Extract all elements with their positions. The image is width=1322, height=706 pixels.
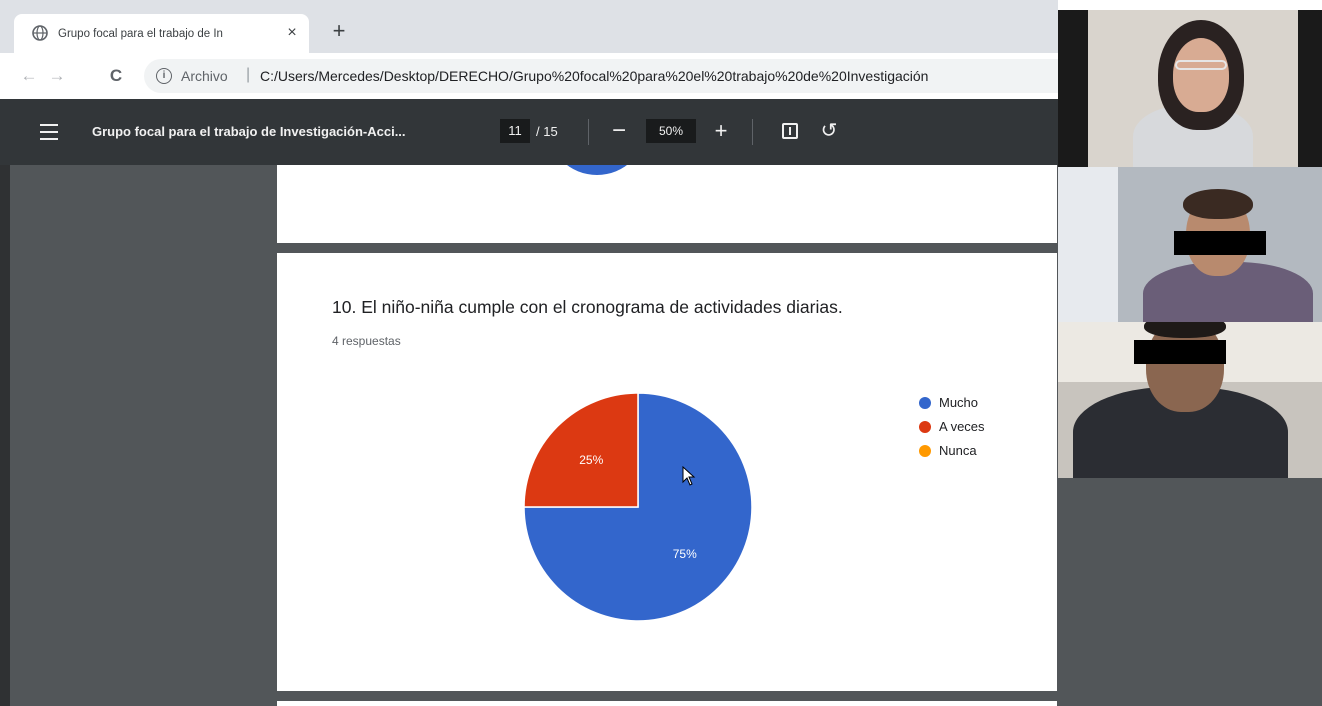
participant-video-2[interactable] — [1058, 167, 1322, 322]
pdf-page-next — [277, 701, 1057, 706]
toolbar-divider — [752, 119, 753, 145]
legend-item: Nunca — [917, 441, 1037, 465]
info-icon[interactable]: i — [156, 68, 172, 84]
zoom-out-button[interactable]: − — [608, 117, 630, 145]
redaction-bar — [1134, 340, 1226, 364]
menu-icon[interactable] — [40, 124, 58, 140]
participant-hair — [1183, 189, 1253, 219]
question-title: 10. El niño-niña cumple con el cronogram… — [332, 297, 843, 317]
zoom-level-input[interactable]: 50% — [646, 119, 696, 143]
tab-title: Grupo focal para el trabajo de In — [58, 28, 223, 40]
legend-label: Nunca — [939, 443, 977, 458]
legend-swatch — [919, 421, 931, 433]
fit-page-icon[interactable] — [782, 123, 798, 139]
browser-window: Grupo focal para el trabajo de In × + ← … — [0, 0, 1058, 706]
cursor-icon — [682, 466, 696, 486]
pdf-viewer[interactable]: 10. El niño-niña cumple con el cronogram… — [0, 165, 1058, 706]
pie-slice-label: 75% — [673, 547, 697, 561]
tab-bar: Grupo focal para el trabajo de In × + — [0, 0, 1058, 53]
glasses — [1175, 60, 1227, 70]
legend-label: Mucho — [939, 395, 979, 410]
video-background — [1058, 167, 1118, 322]
pdf-page-previous — [277, 165, 1057, 243]
legend-item: A veces — [917, 417, 1037, 441]
pdf-page-current: 10. El niño-niña cumple con el cronogram… — [277, 253, 1057, 691]
address-bar-row: ← → C i Archivo | C:/Users/Mercedes/Desk… — [0, 53, 1058, 100]
redaction-bar — [1174, 231, 1266, 255]
legend-label: A veces — [939, 419, 985, 434]
page-number-input[interactable]: 11 — [500, 119, 530, 143]
zoom-in-button[interactable]: + — [710, 117, 732, 145]
legend-swatch — [919, 445, 931, 457]
pie-chart: 75% 25% — [523, 392, 753, 622]
rotate-icon[interactable]: ↺ — [818, 118, 840, 144]
browser-tab[interactable]: Grupo focal para el trabajo de In × — [14, 14, 309, 53]
video-call-panel — [1058, 0, 1322, 706]
forward-button[interactable]: → — [45, 65, 69, 87]
back-button[interactable]: ← — [17, 65, 41, 87]
pdf-toolbar: Grupo focal para el trabajo de Investiga… — [0, 99, 1058, 165]
chart-legend: Mucho A veces Nunca — [917, 393, 1037, 465]
url-text[interactable]: C:/Users/Mercedes/Desktop/DERECHO/Grupo%… — [260, 68, 1050, 84]
url-separator: | — [246, 66, 251, 83]
reload-button[interactable]: C — [104, 65, 128, 87]
document-title: Grupo focal para el trabajo de Investiga… — [92, 124, 406, 139]
participant-video-3[interactable] — [1058, 322, 1322, 478]
participant-face — [1173, 38, 1229, 112]
tab-close-button[interactable]: × — [282, 23, 302, 43]
omnibox[interactable]: i Archivo | C:/Users/Mercedes/Desktop/DE… — [144, 59, 1058, 93]
security-chip-label: Archivo — [181, 68, 228, 84]
pie-slice-label: 25% — [579, 453, 603, 467]
viewer-edge — [0, 165, 10, 706]
pie-slice-a-veces — [523, 392, 639, 508]
new-tab-button[interactable]: + — [327, 19, 351, 43]
globe-icon — [32, 25, 48, 41]
previous-pie-chart — [547, 165, 647, 175]
response-count: 4 respuestas — [332, 334, 401, 348]
legend-swatch — [919, 397, 931, 409]
page-total: / 15 — [536, 124, 558, 139]
toolbar-divider — [588, 119, 589, 145]
video-panel-empty-area — [1058, 478, 1322, 706]
legend-item: Mucho — [917, 393, 1037, 417]
participant-video-1[interactable] — [1058, 10, 1322, 167]
